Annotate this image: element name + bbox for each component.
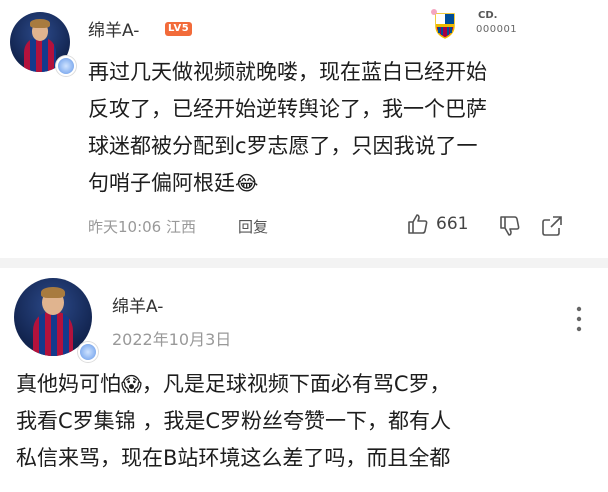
comment-location: 江西 <box>166 218 197 236</box>
thumb-up-icon <box>408 214 428 234</box>
share-icon <box>542 216 562 236</box>
share-button[interactable] <box>540 214 564 242</box>
comment-line: 真他妈可怕 <box>16 372 121 396</box>
comment-line: 球迷都被分配到c罗志愿了，只因我说了一 <box>88 134 478 158</box>
comment-divider <box>0 258 608 268</box>
more-button[interactable] <box>574 304 584 338</box>
more-icon <box>576 306 582 332</box>
comment-username[interactable]: 绵羊A- <box>112 292 163 317</box>
comment-line: 私信来骂，现在B站环境这么差了吗，而且全都 <box>16 446 451 470</box>
like-button[interactable]: 661 <box>406 212 468 236</box>
comment-line: 反攻了，已经开始逆转舆论了，我一个巴萨 <box>88 97 487 121</box>
laugh-emoji: 😂 <box>235 171 259 195</box>
comment-date: 2022年10月3日 <box>112 330 232 349</box>
scream-emoji: 😱 <box>121 372 142 396</box>
fan-badge-number: 000001 <box>476 24 518 35</box>
comment-body: 再过几天做视频就晚喽，现在蓝白已经开始 反攻了，已经开始逆转舆论了，我一个巴萨 … <box>88 54 588 202</box>
like-count: 661 <box>436 214 469 234</box>
reply-button[interactable]: 回复 <box>238 216 268 237</box>
level-badge: LV5 <box>165 22 193 36</box>
verified-icon <box>56 56 76 76</box>
dislike-button[interactable] <box>498 214 522 242</box>
comment-line: 再过几天做视频就晚喽，现在蓝白已经开始 <box>88 60 487 84</box>
verified-icon <box>78 342 98 362</box>
comment-line: 我看C罗集锦 ，我是C罗粉丝夸赞一下，都有人 <box>16 409 451 433</box>
fan-badge-icon <box>428 6 462 40</box>
comment-body: 真他妈可怕😱，凡是足球视频下面必有骂C罗， 我看C罗集锦 ，我是C罗粉丝夸赞一下… <box>16 366 596 477</box>
fan-badge-text: CD. <box>478 10 498 21</box>
thumb-down-icon <box>500 216 520 236</box>
comment-time: 昨天10:06 江西 <box>88 216 196 237</box>
comment-line: 句哨子偏阿根廷 <box>88 171 235 195</box>
comment-username[interactable]: 绵羊A- <box>88 16 139 41</box>
comment-line: ，凡是足球视频下面必有骂C罗， <box>141 372 451 396</box>
comment-timestamp: 昨天10:06 <box>88 218 162 236</box>
